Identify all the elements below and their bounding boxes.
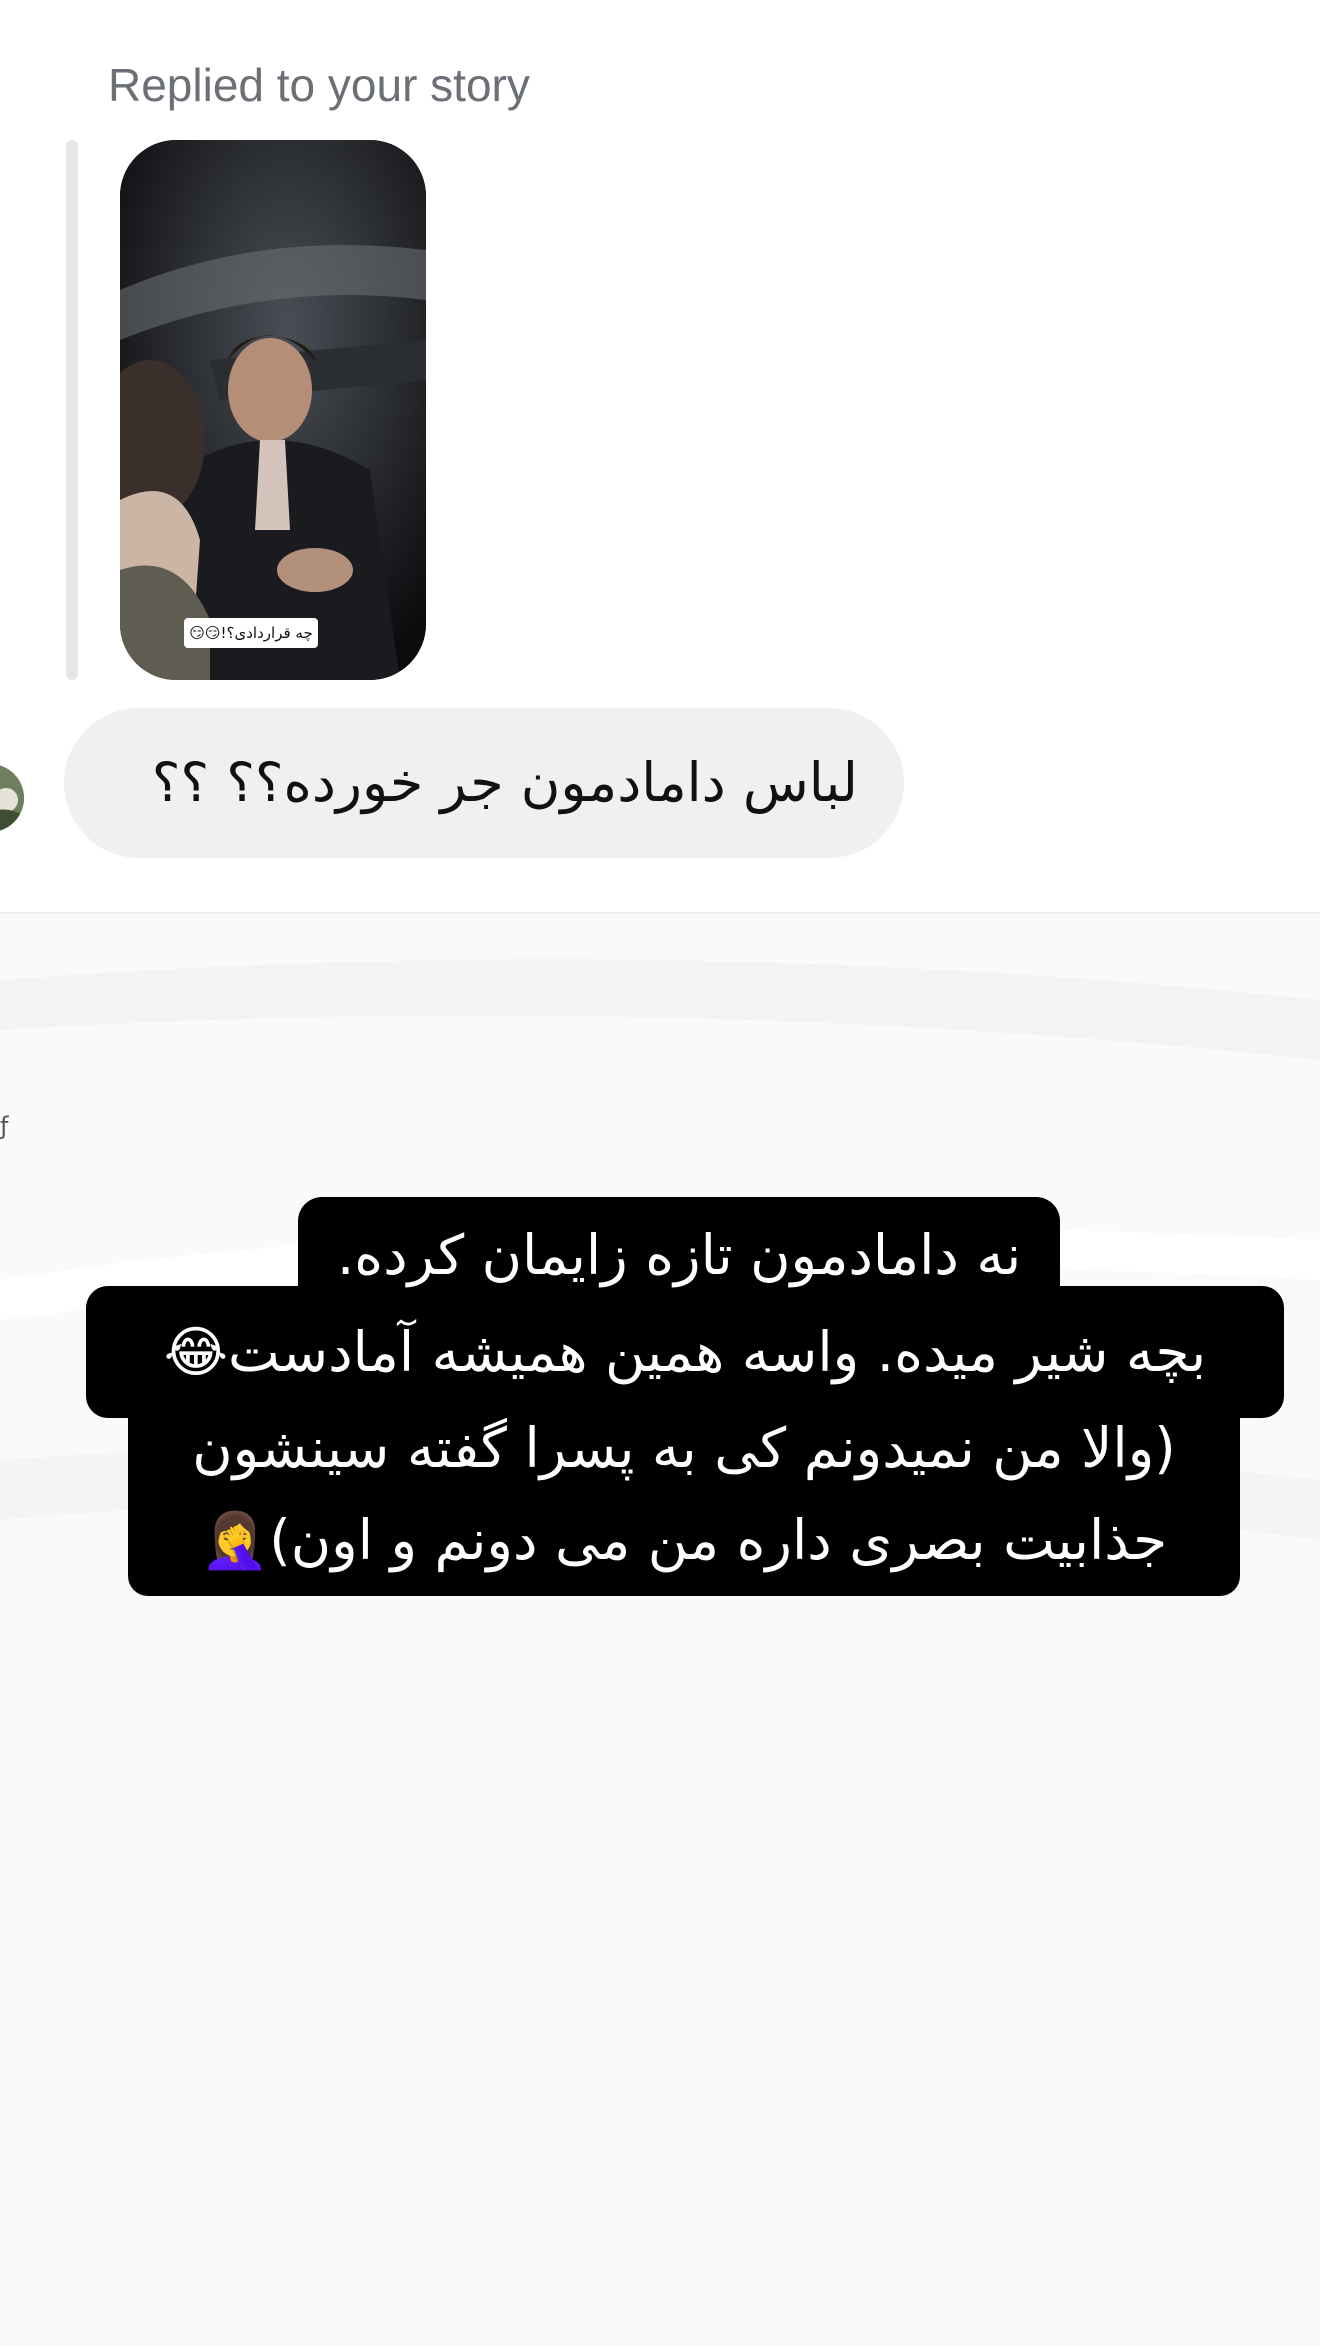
story-photo — [120, 140, 426, 680]
message-text: لباس دامادمون جر خورده؟؟ ؟؟ — [151, 751, 858, 814]
story-caption-line: نه دامادمون تازه زایمان کرده. — [298, 1197, 1060, 1313]
story-caption-line: (والا من نمیدونم کی به پسرا گفته سینشون — [128, 1400, 1240, 1496]
edge-glyph: ƒ — [0, 1112, 9, 1140]
story-sticker-text: چه قراردادی؟!😏😏 — [184, 618, 318, 648]
thread-divider — [0, 912, 1320, 914]
reply-indicator-bar — [66, 140, 78, 680]
replied-to-story-label: Replied to your story — [108, 59, 530, 111]
sender-avatar[interactable] — [0, 764, 24, 832]
story-caption-line: جذابیت بصری داره من می دونم و اون)🤦‍♀️ — [128, 1490, 1240, 1596]
story-thumbnail[interactable]: چه قراردادی؟!😏😏 — [120, 140, 426, 680]
avatar-image — [0, 764, 24, 832]
message-bubble[interactable]: لباس دامادمون جر خورده؟؟ ؟؟ — [64, 708, 904, 858]
dm-thread: Replied to your story چه قراردادی؟!😏😏 لب… — [0, 0, 1320, 912]
